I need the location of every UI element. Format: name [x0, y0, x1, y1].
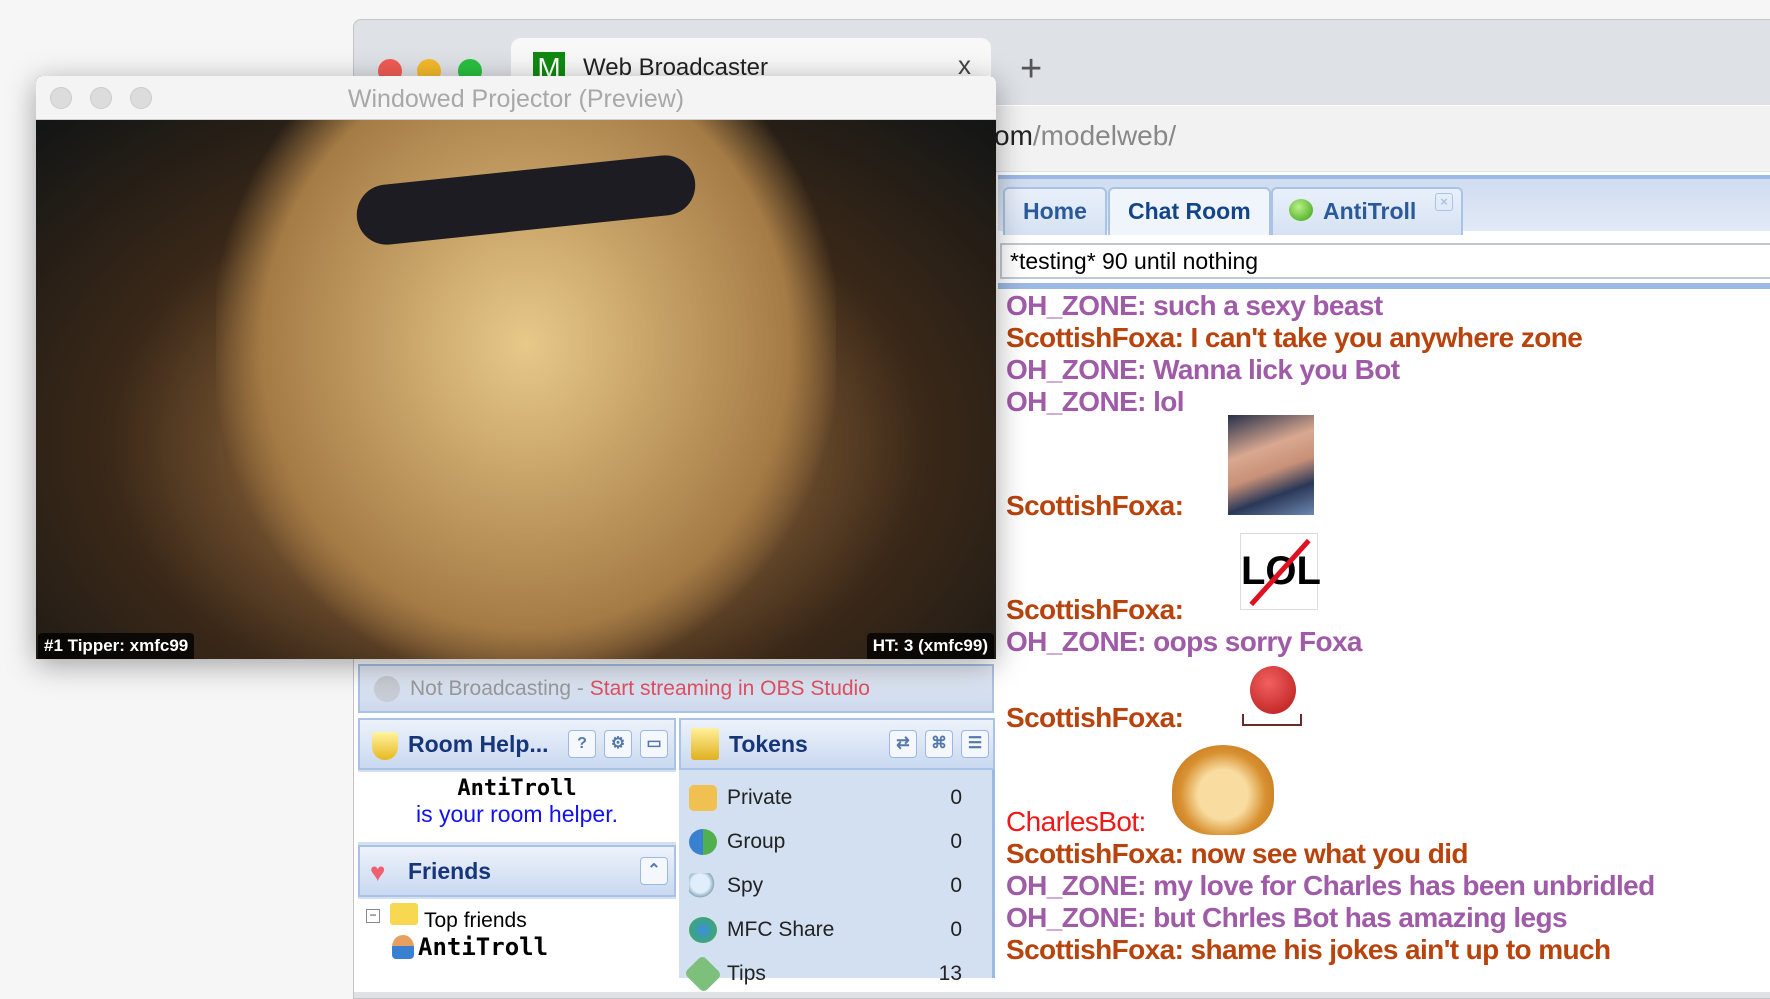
crying-monkey-emote	[1172, 745, 1274, 835]
friends-tree: − Top friends AntiTroll	[358, 899, 676, 979]
start-streaming-link[interactable]: Start streaming in OBS Studio	[590, 677, 870, 700]
token-row-group: Group 0	[689, 822, 984, 862]
settings-icon[interactable]: ⚙	[604, 730, 632, 758]
tab-antitroll[interactable]: AntiTroll ×	[1271, 187, 1463, 235]
broadcast-status: Not Broadcasting - Start streaming in OB…	[358, 664, 994, 713]
chat-bubble-icon	[1289, 199, 1313, 221]
row-label: Group	[727, 830, 786, 853]
room-helper-body: AntiTroll is your room helper.	[358, 772, 676, 842]
folder-icon	[390, 903, 418, 925]
angry-red-ball-emote	[1250, 666, 1296, 714]
shield-icon	[372, 732, 398, 760]
token-row-spy: Spy 0	[689, 866, 984, 906]
collapse-icon[interactable]: ⌃	[640, 857, 668, 885]
chat-message: ScottishFoxa: I can't take you anywhere …	[1006, 322, 1583, 353]
row-value: 13	[938, 962, 962, 985]
chat-message: OH_ZONE: oops sorry Foxa	[1006, 626, 1363, 657]
panel-title: Friends	[408, 858, 492, 884]
token-row-private: Private 0	[689, 778, 984, 818]
chat-log[interactable]: OH_ZONE: such a sexy beast ScottishFoxa:…	[1000, 290, 1770, 972]
row-value: 0	[950, 830, 962, 853]
row-label: Private	[727, 786, 793, 809]
magnifier-icon	[689, 873, 717, 899]
refresh-icon[interactable]: ⇄	[889, 730, 917, 758]
row-value: 0	[950, 874, 962, 897]
chat-message: OH_ZONE: Wanna lick you Bot	[1006, 354, 1400, 385]
chat-message: OH_ZONE: lol	[1006, 386, 1185, 417]
high-tip-overlay: HT: 3 (xmfc99)	[866, 633, 994, 659]
emote-feet	[1242, 714, 1302, 726]
chat-message: OH_ZONE: such a sexy beast	[1006, 290, 1383, 321]
chat-tabs: Home Chat Room AntiTroll ×	[998, 175, 1770, 235]
money-icon	[683, 954, 723, 994]
no-lol-emote: LOL	[1240, 533, 1321, 610]
save-icon[interactable]: ▭	[640, 730, 668, 758]
tab-label: AntiTroll	[1323, 198, 1417, 224]
chat-message: CharlesBot:	[1006, 806, 1146, 837]
globe-icon	[689, 917, 717, 943]
row-label: MFC Share	[727, 918, 835, 941]
friends-header: ♥ Friends ⌃	[358, 845, 676, 897]
help-icon[interactable]: ?	[568, 730, 596, 758]
token-row-tips: Tips 13	[683, 954, 984, 994]
tab-chat-room[interactable]: Chat Room	[1108, 187, 1271, 235]
chat-message: ScottishFoxa: now see what you did	[1006, 838, 1468, 869]
tab-home[interactable]: Home	[1003, 187, 1107, 235]
room-helper-header: Room Help... ? ⚙ ▭	[358, 718, 676, 770]
projector-titlebar[interactable]: Windowed Projector (Preview)	[36, 76, 996, 120]
lock-icon	[689, 785, 717, 811]
coins-icon	[691, 728, 719, 760]
row-value: 0	[950, 918, 962, 941]
room-helper-panel: Room Help... ? ⚙ ▭ AntiTroll is your roo…	[358, 718, 676, 979]
row-value: 0	[950, 786, 962, 809]
row-label: Tips	[727, 962, 766, 985]
user-icon	[392, 935, 414, 959]
new-tab-button[interactable]: +	[1020, 48, 1042, 91]
group-icon	[689, 829, 717, 855]
friend-group[interactable]: Top friends	[424, 909, 527, 933]
helper-name: AntiTroll	[457, 776, 577, 801]
tokens-header: Tokens ⇄ ⌘ ☰	[679, 718, 995, 770]
projector-window: Windowed Projector (Preview) #1 Tipper: …	[36, 76, 996, 659]
panel-title: Tokens	[729, 731, 808, 757]
list-icon[interactable]: ☰	[961, 730, 989, 758]
photo-emote	[1228, 415, 1314, 515]
heart-icon: ♥	[370, 857, 386, 887]
video-preview: #1 Tipper: xmfc99 HT: 3 (xmfc99)	[36, 120, 996, 659]
chat-message: ScottishFoxa: shame his jokes ain't up t…	[1006, 934, 1611, 965]
chat-message: ScottishFoxa:	[1006, 702, 1184, 733]
tokens-panel: Tokens ⇄ ⌘ ☰ Private 0 Group 0 Spy 0 MFC Sh…	[679, 718, 995, 994]
chat-message: OH_ZONE: my love for Charles has been un…	[1006, 870, 1655, 901]
chat-message: ScottishFoxa:	[1006, 490, 1184, 521]
helper-text: is your room helper.	[416, 801, 618, 827]
divider	[998, 283, 1770, 289]
url-text: om/modelweb/	[994, 120, 1177, 151]
window-title: Windowed Projector (Preview)	[347, 85, 685, 113]
row-label: Spy	[727, 874, 764, 897]
token-row-mfc-share: MFC Share 0	[689, 910, 984, 950]
chat-message: OH_ZONE: but Chrles Bot has amazing legs	[1006, 902, 1568, 933]
top-tipper-overlay: #1 Tipper: xmfc99	[38, 633, 195, 659]
chat-message: ScottishFoxa:	[1006, 594, 1184, 625]
separator: -	[571, 677, 590, 700]
webcam-icon	[374, 676, 400, 702]
binoculars-icon[interactable]: ⌘	[925, 730, 953, 758]
collapse-tree-icon[interactable]: −	[366, 909, 380, 923]
panel-title: Room Help...	[408, 731, 549, 757]
friend-item[interactable]: AntiTroll	[418, 933, 548, 961]
status-text: Not Broadcasting	[410, 677, 572, 700]
close-tab-icon[interactable]: ×	[1435, 193, 1453, 211]
room-topic: *testing* 90 until nothing	[1000, 243, 1770, 279]
